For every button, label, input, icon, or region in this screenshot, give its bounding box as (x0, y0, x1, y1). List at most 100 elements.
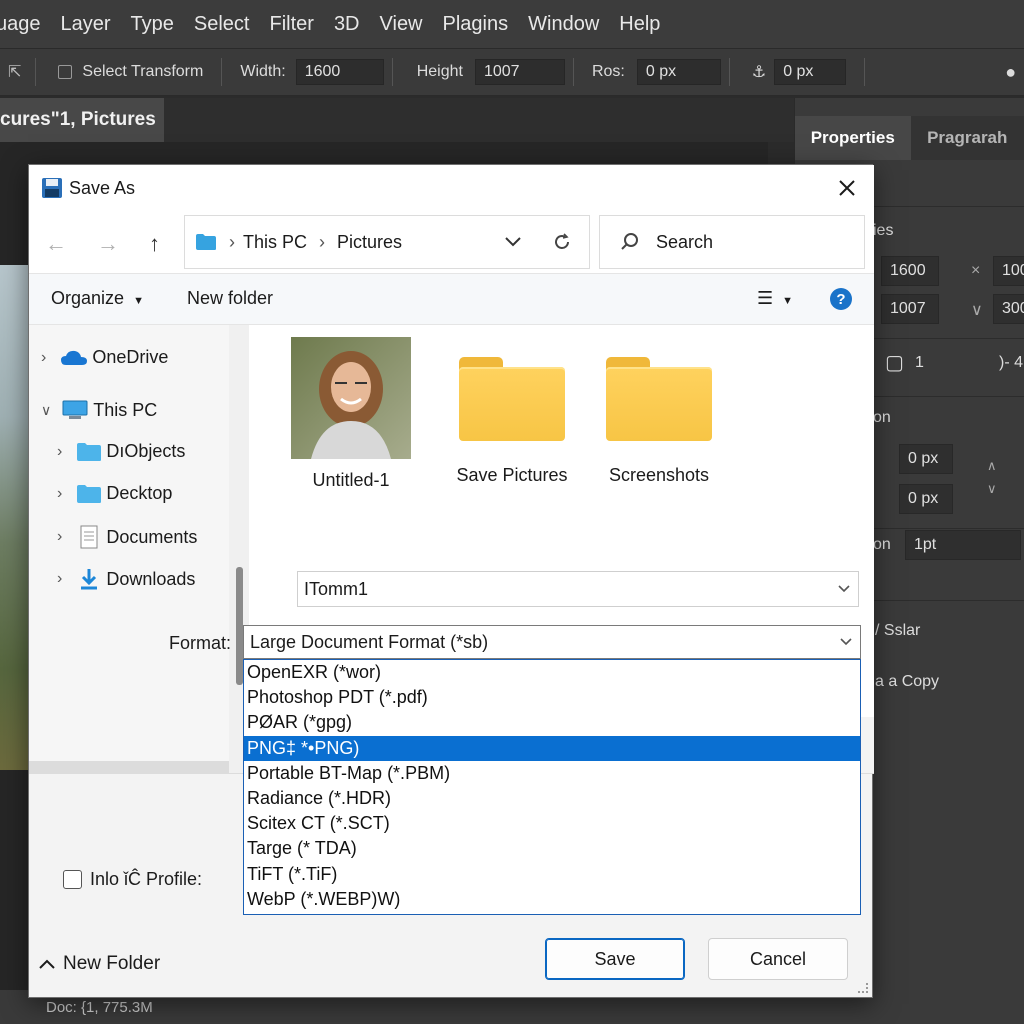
select-transform-label: Select Transform (82, 63, 204, 80)
address-bar[interactable]: › This PC › Pictures (184, 215, 590, 269)
height-field[interactable]: 1007 (474, 59, 565, 85)
format-option[interactable]: Targe (* TDA) (244, 836, 860, 861)
back-arrow-icon[interactable]: ← (45, 231, 67, 257)
menu-image[interactable]: uage (0, 13, 41, 36)
corner-field[interactable]: 1 (907, 348, 953, 378)
x-field[interactable]: 0 px (899, 444, 953, 474)
up-arrow-icon[interactable]: ↑ (149, 231, 160, 257)
chevron-down-icon[interactable]: ∨ (971, 300, 983, 320)
menu-help[interactable]: Help (619, 13, 660, 36)
hide-folders-toggle[interactable]: New Folder (39, 953, 160, 975)
offset-field[interactable]: 0 px (774, 59, 847, 85)
user-icon[interactable]: ● (1005, 62, 1016, 83)
format-option[interactable]: PØAR (*gpg) (244, 710, 860, 735)
option-label[interactable]: / Sslar (875, 622, 920, 640)
nav-item-3d-objects[interactable]: › DıObjects (57, 441, 185, 462)
filename-input[interactable]: ITomm1 (297, 571, 859, 607)
format-select[interactable]: Large Document Format (*sb) (243, 625, 861, 659)
format-option[interactable]: TiFT (*.TiF) (244, 862, 860, 887)
close-button[interactable] (832, 173, 862, 203)
chevron-right-icon[interactable]: › (57, 485, 62, 503)
w-field[interactable]: 1600 (881, 256, 939, 286)
stroke-field[interactable]: 1pt (905, 530, 1021, 560)
nav-item-downloads[interactable]: › Downloads (57, 567, 195, 591)
help-icon[interactable]: ? (829, 287, 853, 311)
chevron-right-icon[interactable]: › (41, 349, 46, 367)
format-option[interactable]: Radiance (*.HDR) (244, 786, 860, 811)
svg-text:?: ? (836, 291, 845, 308)
h-field-2[interactable]: 300 (993, 294, 1024, 324)
view-options-button[interactable]: ☰ ▼ (757, 288, 793, 309)
refresh-icon[interactable] (552, 232, 572, 252)
menu-filter[interactable]: Filter (269, 13, 313, 36)
chevron-down-icon[interactable]: ∨ (41, 402, 51, 419)
format-option[interactable]: OpenEXR (*wor) (244, 660, 860, 685)
breadcrumb-folder[interactable]: Pictures (337, 232, 402, 253)
cancel-button[interactable]: Cancel (708, 938, 848, 980)
link-icon[interactable]: × (971, 262, 980, 280)
format-option[interactable]: Photoshop PDT (*.pdf) (244, 685, 860, 710)
y-field[interactable]: 0 px (899, 484, 953, 514)
select-transform-checkbox[interactable] (58, 65, 73, 79)
nav-item-this-pc[interactable]: ∨ This PC (41, 399, 157, 421)
menu-window[interactable]: Window (528, 13, 599, 36)
width-label: Width: (240, 63, 286, 80)
search-icon (621, 233, 638, 250)
menu-view[interactable]: View (380, 13, 423, 36)
new-folder-button[interactable]: New folder (187, 288, 273, 309)
caret-down-icon: ▼ (782, 295, 794, 307)
format-option[interactable]: WebP (*.WEBP)W) (244, 887, 860, 912)
format-option[interactable]: Portable BT-Map (*.PBM) (244, 761, 860, 786)
menu-type[interactable]: Type (131, 13, 174, 36)
corner-icon[interactable]: ▢ (885, 350, 904, 375)
file-item-untitled[interactable]: Untitled-1 (291, 337, 411, 491)
format-option[interactable]: Scitex CT (*.SCT) (244, 811, 860, 836)
chevron-up-icon[interactable]: ∧ (987, 458, 997, 474)
ros-field[interactable]: 0 px (636, 59, 721, 85)
corner-suffix: )- 4 (999, 354, 1023, 371)
nav-item-label: This PC (93, 399, 158, 420)
menu-select[interactable]: Select (194, 13, 250, 36)
menu-3d[interactable]: 3D (334, 13, 360, 36)
chevron-right-icon[interactable]: › (57, 528, 62, 546)
chevron-down-icon[interactable] (840, 638, 852, 646)
breadcrumb-root[interactable]: This PC (243, 232, 307, 253)
chevron-right-icon[interactable]: › (57, 443, 62, 461)
resize-grip[interactable] (858, 983, 868, 993)
image-thumbnail (291, 337, 411, 459)
document-tab[interactable]: cures"1, Pictures (0, 98, 164, 142)
option-label[interactable]: a a Copy (875, 673, 939, 691)
chevron-down-icon[interactable] (505, 237, 521, 247)
search-box[interactable]: Search (599, 215, 865, 269)
forward-arrow-icon[interactable]: → (97, 231, 119, 257)
anchor-icon[interactable]: ⚓ (752, 62, 766, 82)
nav-item-onedrive[interactable]: › OneDrive (41, 347, 168, 368)
chevron-right-icon[interactable]: › (57, 570, 62, 588)
command-bar: Organize ▼ New folder ☰ ▼ ? (29, 273, 874, 325)
scrollbar-thumb[interactable] (236, 567, 243, 685)
document-icon (80, 525, 98, 549)
chevron-down-icon[interactable] (838, 585, 850, 593)
separator (391, 58, 393, 86)
format-option-selected[interactable]: PNG‡ *•PNG) (244, 735, 860, 761)
nav-item-desktop[interactable]: › Decktop (57, 483, 172, 504)
width-field[interactable]: 1600 (295, 59, 384, 85)
organize-button[interactable]: Organize ▼ (51, 288, 144, 309)
save-button[interactable]: Save (545, 938, 685, 980)
h-field[interactable]: 1007 (881, 294, 939, 324)
menu-layer[interactable]: Layer (61, 13, 111, 36)
file-item-save-pictures[interactable]: Save Pictures (451, 357, 573, 486)
chevron-down-icon[interactable]: ∨ (987, 481, 997, 497)
menu-plugins[interactable]: Plagins (443, 13, 509, 36)
tab-properties[interactable]: Properties (795, 98, 911, 160)
file-item-screenshots[interactable]: Screenshots (599, 357, 719, 486)
nav-item-documents[interactable]: › Documents (57, 525, 197, 549)
file-name: Screenshots (608, 465, 710, 485)
tool-preset-icon[interactable]: ⇱ (8, 62, 21, 82)
w-field-2[interactable]: 100 (993, 256, 1024, 286)
folder-icon (606, 357, 712, 441)
tab-paragraph[interactable]: Pragrarah (910, 98, 1024, 160)
icc-profile-checkbox[interactable] (63, 870, 82, 889)
section-label: on (873, 409, 891, 426)
organize-label: Organize (51, 288, 125, 308)
